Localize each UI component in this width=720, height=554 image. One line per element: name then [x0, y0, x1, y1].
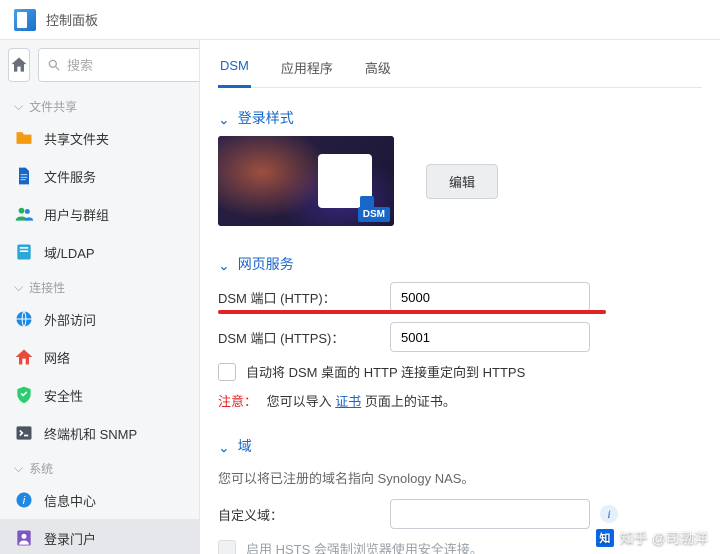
sidebar-item-2-0[interactable]: i 信息中心 [0, 481, 199, 519]
certificate-link[interactable]: 证书 [335, 394, 361, 409]
window-titlebar: 控制面板 [0, 0, 720, 40]
redirect-checkbox-row: 自动将 DSM 桌面的 HTTP 连接重定向到 HTTPS [218, 362, 702, 381]
sidebar-item-0-2[interactable]: 用户与群组 [0, 195, 199, 233]
section-domain-header[interactable]: ⌃ 域 [218, 426, 702, 464]
https-port-row: DSM 端口 (HTTPS)： [218, 322, 702, 352]
custom-domain-row: 自定义域： i [218, 499, 702, 529]
sidebar-item-0-0[interactable]: 共享文件夹 [0, 119, 199, 157]
note-text-before: 您可以导入 [267, 394, 336, 409]
network-icon [14, 347, 34, 367]
terminal-icon [14, 423, 34, 443]
chevron-down-icon: ⌵ [14, 99, 23, 114]
sidebar-item-label: 信息中心 [44, 491, 189, 510]
sidebar-item-2-1[interactable]: 登录门户 [0, 519, 199, 554]
login-style-preview[interactable]: DSM [218, 136, 394, 226]
note-prefix: 注意： [218, 394, 257, 409]
login-portal-icon [14, 528, 34, 548]
hsts-checkbox[interactable] [218, 540, 236, 554]
zhihu-logo-icon: 知 [596, 529, 614, 547]
sidebar-item-label: 外部访问 [44, 310, 189, 329]
dsm-badge: DSM [358, 207, 390, 222]
annotation-underline [218, 310, 606, 314]
sidebar-item-1-2[interactable]: 安全性 [0, 376, 199, 414]
section-web-service-title: 网页服务 [238, 254, 294, 274]
chevron-up-icon: ⌃ [218, 438, 230, 455]
note-text-after: 页面上的证书。 [365, 394, 456, 409]
sidebar-item-label: 网络 [44, 348, 189, 367]
doc-icon [14, 166, 34, 186]
sidebar-item-0-1[interactable]: 文件服务 [0, 157, 199, 195]
custom-domain-label: 自定义域： [218, 505, 390, 524]
globe-icon [14, 309, 34, 329]
edit-button[interactable]: 编辑 [426, 164, 498, 199]
http-port-label: DSM 端口 (HTTP)： [218, 288, 390, 307]
content-pane: DSM 应用程序高级 ⌃ 登录样式 DSM 编辑 ⌃ 网页服务 DSM 端口 (H… [200, 40, 720, 554]
shield-icon [14, 385, 34, 405]
https-port-label: DSM 端口 (HTTPS)： [218, 328, 390, 347]
https-port-input[interactable] [390, 322, 590, 352]
sidebar-group-header[interactable]: ⌵ 系统 [0, 452, 199, 481]
sidebar-item-1-0[interactable]: 外部访问 [0, 300, 199, 338]
search-icon [47, 58, 61, 72]
section-domain-title: 域 [238, 436, 252, 456]
chevron-down-icon: ⌵ [14, 461, 23, 476]
sidebar-group-header[interactable]: ⌵ 文件共享 [0, 90, 199, 119]
tab-0[interactable]: DSM [218, 52, 251, 88]
section-login-style-header[interactable]: ⌃ 登录样式 [218, 98, 702, 136]
chevron-up-icon: ⌃ [218, 256, 230, 273]
tab-1[interactable]: 应用程序 [279, 52, 335, 87]
info-center-icon: i [14, 490, 34, 510]
sidebar-item-label: 登录门户 [44, 529, 189, 548]
http-port-row: DSM 端口 (HTTP)： [218, 282, 702, 312]
folder-icon [14, 128, 34, 148]
search-input[interactable] [67, 58, 200, 73]
watermark-text: 知乎 @司渤洋 [620, 528, 708, 548]
sidebar-item-label: 终端机和 SNMP [44, 424, 189, 443]
sidebar-search-row [0, 40, 199, 90]
redirect-checkbox-label: 自动将 DSM 桌面的 HTTP 连接重定向到 HTTPS [246, 362, 525, 381]
control-panel-icon [14, 9, 36, 31]
chevron-up-icon: ⌃ [218, 110, 230, 127]
sidebar-item-label: 域/LDAP [44, 243, 189, 262]
chevron-down-icon: ⌵ [14, 280, 23, 295]
redirect-checkbox[interactable] [218, 363, 236, 381]
http-port-input[interactable] [390, 282, 590, 312]
hsts-checkbox-label: 启用 HSTS 会强制浏览器使用安全连接。 [246, 539, 483, 554]
section-web-service-header[interactable]: ⌃ 网页服务 [218, 244, 702, 282]
sidebar-item-1-3[interactable]: 终端机和 SNMP [0, 414, 199, 452]
sidebar-group-header[interactable]: ⌵ 连接性 [0, 271, 199, 300]
login-style-row: DSM 编辑 [218, 136, 702, 226]
sidebar-group-label: 文件共享 [29, 98, 77, 115]
info-icon[interactable]: i [600, 505, 618, 523]
sidebar-group-label: 系统 [29, 460, 53, 477]
sidebar-item-label: 共享文件夹 [44, 129, 189, 148]
zhihu-watermark: 知 知乎 @司渤洋 [596, 528, 708, 548]
sidebar-item-0-3[interactable]: 域/LDAP [0, 233, 199, 271]
home-button[interactable] [8, 48, 30, 82]
main-layout: ⌵ 文件共享共享文件夹文件服务用户与群组域/LDAP ⌵ 连接性外部访问网络安全性终端… [0, 40, 720, 554]
search-box[interactable] [38, 48, 200, 82]
certificate-note: 注意： 您可以导入 证书 页面上的证书。 [218, 391, 702, 410]
tab-2[interactable]: 高级 [363, 52, 393, 87]
sidebar: ⌵ 文件共享共享文件夹文件服务用户与群组域/LDAP ⌵ 连接性外部访问网络安全性终端… [0, 40, 200, 554]
ldap-icon [14, 242, 34, 262]
home-icon [9, 55, 29, 75]
sidebar-item-label: 用户与群组 [44, 205, 189, 224]
sidebar-group-label: 连接性 [29, 279, 65, 296]
tabs: DSM 应用程序高级 [218, 52, 702, 88]
section-login-style-title: 登录样式 [238, 108, 294, 128]
domain-description: 您可以将已注册的域名指向 Synology NAS。 [218, 468, 702, 487]
custom-domain-input[interactable] [390, 499, 590, 529]
sidebar-item-1-1[interactable]: 网络 [0, 338, 199, 376]
sidebar-item-label: 安全性 [44, 386, 189, 405]
window-title: 控制面板 [46, 10, 98, 29]
sidebar-item-label: 文件服务 [44, 167, 189, 186]
users-icon [14, 204, 34, 224]
